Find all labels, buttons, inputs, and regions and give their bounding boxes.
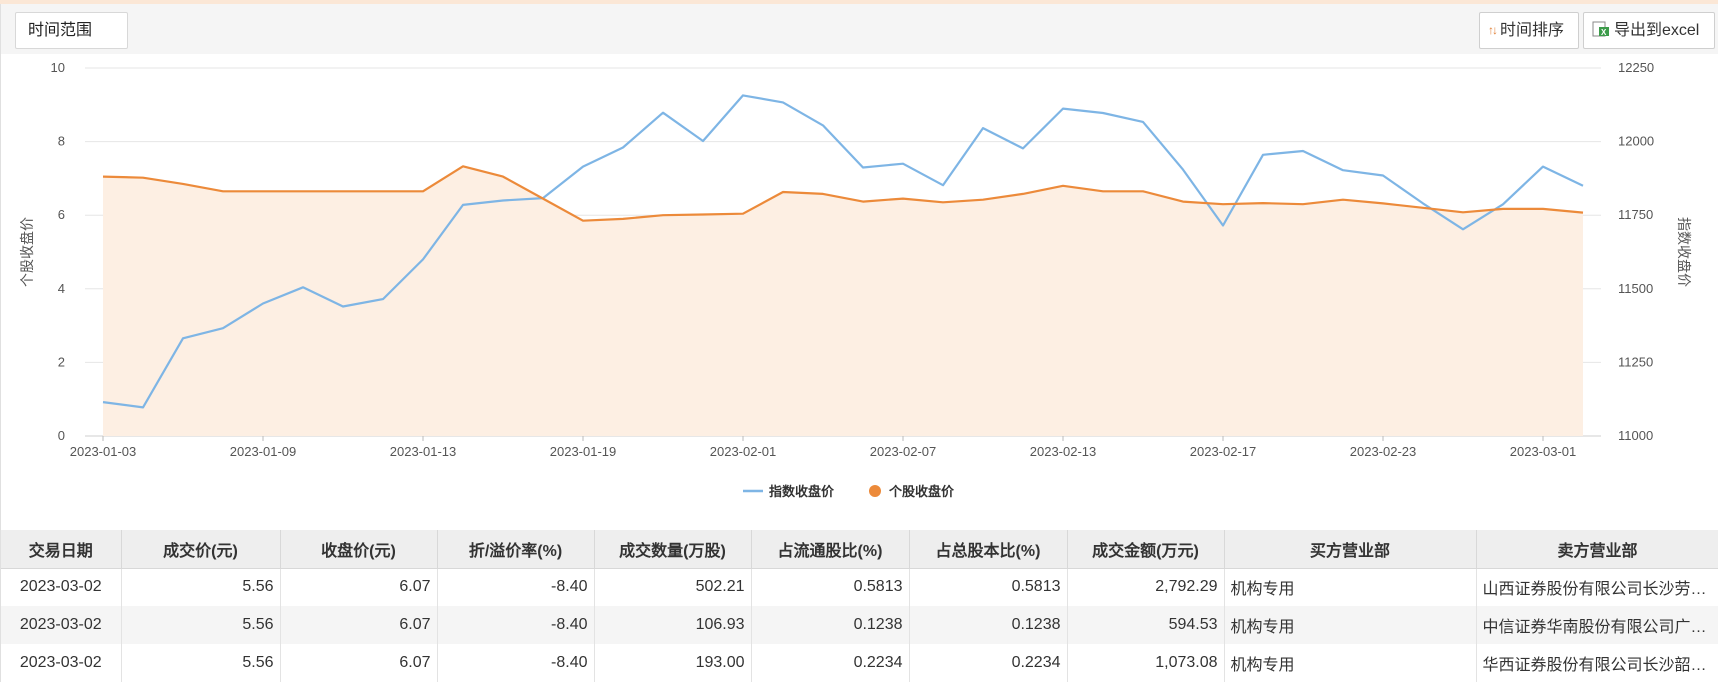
cell-total-share-ratio: 0.5813 bbox=[909, 568, 1068, 606]
time-range-button[interactable]: 时间范围 bbox=[15, 12, 128, 49]
y-right-tick-label: 12250 bbox=[1618, 60, 1654, 75]
legend-stock-swatch bbox=[869, 485, 881, 497]
y-right-tick-label: 11000 bbox=[1618, 428, 1653, 443]
time-sort-button[interactable]: ↑↓ 时间排序 bbox=[1479, 12, 1579, 49]
cell-premium-rate: -8.40 bbox=[437, 568, 595, 606]
cell-buyer[interactable]: 机构专用 bbox=[1224, 568, 1477, 606]
cell-premium-rate: -8.40 bbox=[437, 644, 595, 682]
block-trade-table: 交易日期 成交价(元) 收盘价(元) 折/溢价率(%) 成交数量(万股) 占流通… bbox=[0, 530, 1718, 682]
cell-total-share-ratio: 0.2234 bbox=[909, 644, 1068, 682]
time-sort-label: 时间排序 bbox=[1500, 22, 1565, 39]
sort-arrows-icon: ↑↓ bbox=[1488, 23, 1498, 37]
cell-float-share-ratio: 0.5813 bbox=[751, 568, 910, 606]
y-right-tick-label: 11500 bbox=[1618, 281, 1653, 296]
table-row: 2023-03-02 5.56 6.07 -8.40 502.21 0.5813… bbox=[1, 568, 1718, 606]
table-row: 2023-03-02 5.56 6.07 -8.40 106.93 0.1238… bbox=[1, 606, 1718, 644]
y-left-tick-label: 10 bbox=[51, 60, 65, 75]
cell-trade-date: 2023-03-02 bbox=[1, 606, 122, 644]
cell-trade-price: 5.56 bbox=[121, 606, 281, 644]
svg-text:X: X bbox=[1601, 28, 1607, 37]
cell-volume: 106.93 bbox=[594, 606, 752, 644]
cell-float-share-ratio: 0.2234 bbox=[751, 644, 910, 682]
cell-trade-price: 5.56 bbox=[121, 644, 281, 682]
cell-volume: 193.00 bbox=[594, 644, 752, 682]
cell-premium-rate: -8.40 bbox=[437, 606, 595, 644]
stock-area-fill bbox=[103, 166, 1583, 437]
cell-trade-date: 2023-03-02 bbox=[1, 568, 122, 606]
header-trade-date[interactable]: 交易日期 bbox=[1, 530, 122, 569]
x-tick-label: 2023-02-23 bbox=[1350, 444, 1417, 459]
x-tick-label: 2023-02-13 bbox=[1030, 444, 1097, 459]
legend-index-label: 指数收盘价 bbox=[769, 484, 835, 499]
export-excel-label: 导出到excel bbox=[1614, 22, 1700, 39]
header-close-price[interactable]: 收盘价(元) bbox=[280, 530, 438, 569]
y-right-tick-label: 11750 bbox=[1618, 207, 1653, 222]
cell-close-price: 6.07 bbox=[280, 644, 438, 682]
cell-amount: 1,073.08 bbox=[1067, 644, 1225, 682]
header-total-share-ratio[interactable]: 占总股本比(%) bbox=[909, 530, 1068, 569]
header-buyer[interactable]: 买方营业部 bbox=[1224, 530, 1477, 569]
header-trade-price[interactable]: 成交价(元) bbox=[121, 530, 281, 569]
header-amount[interactable]: 成交金额(万元) bbox=[1067, 530, 1225, 569]
y-left-axis-title: 个股收盘价 bbox=[19, 217, 35, 287]
y-left-tick-label: 2 bbox=[58, 354, 65, 369]
cell-float-share-ratio: 0.1238 bbox=[751, 606, 910, 644]
cell-seller[interactable]: 华西证券股份有限公司长沙韶… bbox=[1476, 644, 1718, 682]
y-right-axis-title: 指数收盘价 bbox=[1676, 217, 1692, 287]
y-left-tick-label: 4 bbox=[58, 281, 65, 296]
header-volume[interactable]: 成交数量(万股) bbox=[594, 530, 752, 569]
toolbar: 时间范围 ↑↓ 时间排序 X 导出到excel bbox=[0, 4, 1718, 54]
cell-close-price: 6.07 bbox=[280, 568, 438, 606]
export-excel-button[interactable]: X 导出到excel bbox=[1583, 12, 1715, 49]
cell-amount: 594.53 bbox=[1067, 606, 1225, 644]
cell-buyer[interactable]: 机构专用 bbox=[1224, 606, 1477, 644]
cell-seller[interactable]: 山西证券股份有限公司长沙劳… bbox=[1476, 568, 1718, 606]
y-left-tick-label: 0 bbox=[58, 428, 65, 443]
x-tick-label: 2023-02-17 bbox=[1190, 444, 1257, 459]
chart-area: 0 2 4 6 8 10 11000 11250 11500 11750 12000 12250 个股收… bbox=[0, 54, 1718, 530]
y-right-tick-label: 12000 bbox=[1618, 134, 1654, 149]
x-tick-label: 2023-01-13 bbox=[390, 444, 457, 459]
cell-volume: 502.21 bbox=[594, 568, 752, 606]
cell-amount: 2,792.29 bbox=[1067, 568, 1225, 606]
cell-buyer[interactable]: 机构专用 bbox=[1224, 644, 1477, 682]
cell-seller[interactable]: 中信证券华南股份有限公司广… bbox=[1476, 606, 1718, 644]
cell-trade-price: 5.56 bbox=[121, 568, 281, 606]
cell-trade-date: 2023-03-02 bbox=[1, 644, 122, 682]
y-right-tick-label: 11250 bbox=[1618, 354, 1653, 369]
y-left-tick-label: 6 bbox=[58, 207, 65, 222]
excel-icon: X bbox=[1592, 21, 1609, 37]
x-tick-label: 2023-02-01 bbox=[710, 444, 777, 459]
table-header-row: 交易日期 成交价(元) 收盘价(元) 折/溢价率(%) 成交数量(万股) 占流通… bbox=[1, 530, 1718, 569]
header-premium-rate[interactable]: 折/溢价率(%) bbox=[437, 530, 595, 569]
cell-total-share-ratio: 0.1238 bbox=[909, 606, 1068, 644]
x-tick-label: 2023-01-09 bbox=[230, 444, 297, 459]
legend-stock-label: 个股收盘价 bbox=[888, 484, 955, 499]
header-float-share-ratio[interactable]: 占流通股比(%) bbox=[751, 530, 910, 569]
x-tick-label: 2023-02-07 bbox=[870, 444, 937, 459]
cell-close-price: 6.07 bbox=[280, 606, 438, 644]
x-tick-label: 2023-01-03 bbox=[70, 444, 137, 459]
table-row: 2023-03-02 5.56 6.07 -8.40 193.00 0.2234… bbox=[1, 644, 1718, 682]
header-seller[interactable]: 卖方营业部 bbox=[1476, 530, 1718, 569]
x-tick-label: 2023-01-19 bbox=[550, 444, 617, 459]
x-tick-label: 2023-03-01 bbox=[1510, 444, 1577, 459]
y-left-tick-label: 8 bbox=[58, 134, 65, 149]
line-chart: 0 2 4 6 8 10 11000 11250 11500 11750 12000 12250 个股收… bbox=[19, 60, 1692, 499]
